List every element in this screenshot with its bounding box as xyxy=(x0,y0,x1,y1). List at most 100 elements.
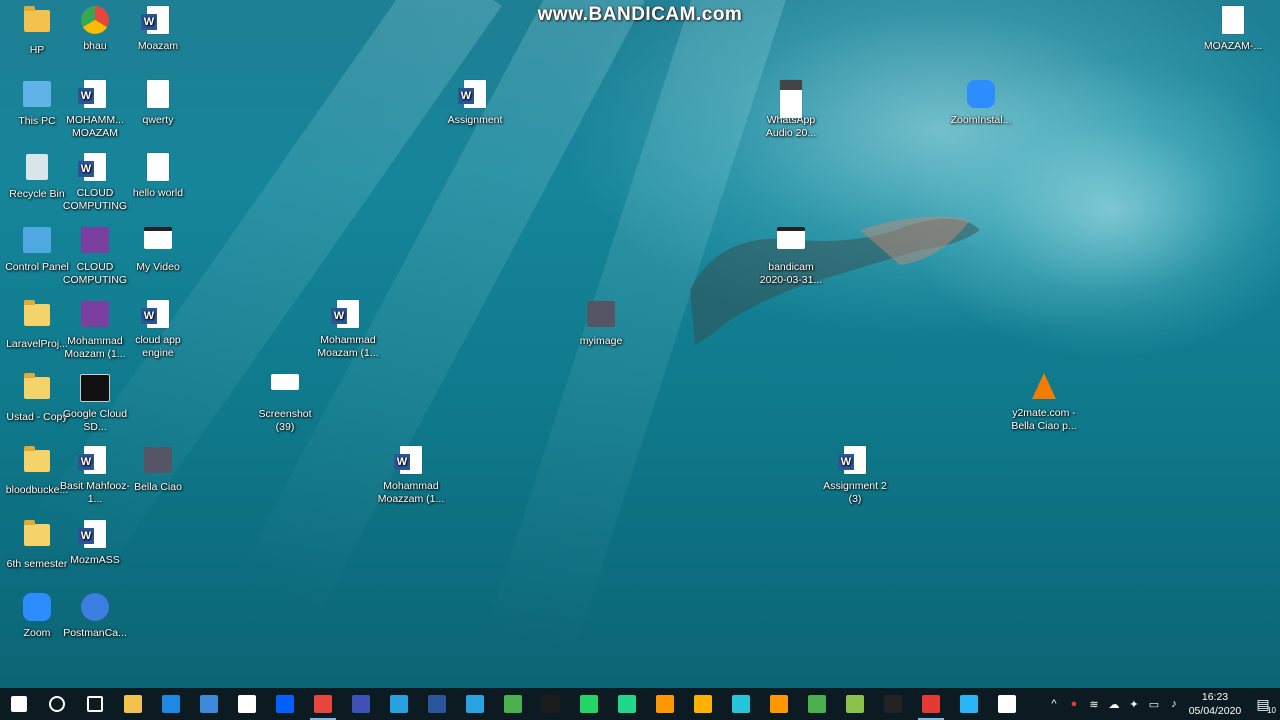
taskbar-whatsapp[interactable] xyxy=(570,688,608,720)
edge-icon xyxy=(162,695,180,713)
desktop-icon-label: HP xyxy=(29,44,45,56)
desktop-icon-label: Google Cloud SD... xyxy=(62,408,128,433)
taskbar-sublime[interactable] xyxy=(760,688,798,720)
taskbar-search-button[interactable] xyxy=(38,688,76,720)
taskbar-store[interactable] xyxy=(190,688,228,720)
desktop-icon-video[interactable]: My Video xyxy=(121,224,195,274)
vlc-icon xyxy=(1028,373,1060,405)
desktop-icon-word[interactable]: Assignment xyxy=(438,78,512,127)
doc-icon xyxy=(142,153,174,185)
word-icon xyxy=(141,300,174,332)
bandicam-icon xyxy=(922,695,940,713)
taskbar-star-app[interactable] xyxy=(646,688,684,720)
taskbar-start-button[interactable] xyxy=(0,688,38,720)
taskbar-sync-app[interactable] xyxy=(456,688,494,720)
taskbar-excel-app[interactable] xyxy=(494,688,532,720)
desktop-icon-zoom[interactable]: ZoomInstal... xyxy=(944,78,1018,127)
desktop-icon-video[interactable]: bandicam 2020-03-31... xyxy=(754,224,828,287)
desktop-icon-word[interactable]: Moazam xyxy=(121,4,195,53)
network-icon[interactable]: ≋ xyxy=(1084,698,1104,711)
zoom-icon xyxy=(21,593,53,625)
taskbar-android-studio[interactable] xyxy=(798,688,836,720)
clock-date: 05/04/2020 xyxy=(1188,705,1242,717)
desktop-icon-postman[interactable]: PostmanCa... xyxy=(58,591,132,640)
battery-icon[interactable]: ▭ xyxy=(1144,698,1164,711)
ie-icon xyxy=(390,695,408,713)
taskbar-edge[interactable] xyxy=(152,688,190,720)
notification-center-button[interactable]: ▤ 10 xyxy=(1246,696,1280,715)
start-button-icon xyxy=(11,696,27,712)
taskbar-amazon[interactable] xyxy=(228,688,266,720)
chevron-up-icon[interactable]: ^ xyxy=(1044,698,1064,710)
taskbar-file-explorer[interactable] xyxy=(114,688,152,720)
taskbar-cube-app[interactable] xyxy=(722,688,760,720)
pen-app-icon xyxy=(998,695,1016,713)
desktop-icon-photo[interactable]: myimage xyxy=(564,298,638,348)
doc-icon xyxy=(1217,6,1249,38)
record-icon[interactable]: ● xyxy=(1064,698,1084,710)
android-studio-icon xyxy=(808,695,826,713)
cube-app-icon xyxy=(732,695,750,713)
desktop-icon-label: PostmanCa... xyxy=(63,627,127,639)
cloud-icon[interactable]: ☁ xyxy=(1104,698,1124,711)
file-explorer-icon xyxy=(124,695,142,713)
word-icon xyxy=(78,520,111,552)
taskbar-pycharm[interactable] xyxy=(608,688,646,720)
word-icon xyxy=(458,80,491,112)
photo-app-icon xyxy=(694,695,712,713)
doc-icon xyxy=(142,80,174,112)
volume-icon[interactable]: ♪ xyxy=(1164,698,1184,710)
taskbar-dropbox[interactable] xyxy=(266,688,304,720)
desktop-icon-word[interactable]: Assignment 2 (3) xyxy=(818,444,892,506)
store-icon xyxy=(200,695,218,713)
taskbar-chrome[interactable] xyxy=(304,688,342,720)
taskbar-ie[interactable] xyxy=(380,688,418,720)
taskbar-pen-app[interactable] xyxy=(988,688,1026,720)
pc-icon xyxy=(21,81,53,113)
taskbar-task-view-button[interactable] xyxy=(76,688,114,720)
taskbar-bandicam[interactable] xyxy=(912,688,950,720)
dropbox-tray-icon[interactable]: ✦ xyxy=(1124,698,1144,711)
desktop-icon-label: CLOUD COMPUTING xyxy=(62,187,128,212)
amazon-icon xyxy=(238,695,256,713)
desktop-icon-word[interactable]: Mohammad Moazzam (1... xyxy=(374,444,448,506)
sync-app-icon xyxy=(466,695,484,713)
clock[interactable]: 16:23 05/04/2020 xyxy=(1184,690,1246,718)
taskbar-cmd[interactable] xyxy=(532,688,570,720)
desktop-icon-media[interactable]: WhatsApp Audio 20... xyxy=(754,78,828,140)
photo-icon xyxy=(142,447,174,479)
desktop-icon-photo[interactable]: Bella Ciao xyxy=(121,444,195,494)
media-icon xyxy=(775,80,807,118)
video-icon xyxy=(775,227,807,259)
zoom-icon xyxy=(965,80,997,112)
desktop-icon-label: bhau xyxy=(83,40,107,52)
desktop-icon-vlc[interactable]: y2mate.com - Bella Ciao p... xyxy=(1007,371,1081,433)
desktop-icon-word[interactable]: Mohammad Moazam (1... xyxy=(311,298,385,360)
taskbar-android-sdk[interactable] xyxy=(836,688,874,720)
desktop-icon-word[interactable]: MozmASS xyxy=(58,518,132,567)
taskbar-terminal[interactable] xyxy=(874,688,912,720)
desktop-icon-doc[interactable]: MOAZAM-... xyxy=(1196,4,1270,53)
taskbar-dev-cpp[interactable] xyxy=(342,688,380,720)
chrome-icon xyxy=(314,695,332,713)
word-icon xyxy=(78,153,111,185)
taskbar-photo-app[interactable] xyxy=(684,688,722,720)
desktop-icon-word[interactable]: cloud app engine xyxy=(121,298,195,360)
system-tray: ^ ● ≋ ☁ ✦ ▭ ♪ 16:23 05/04/2020 ▤ 10 xyxy=(1044,688,1280,720)
taskbar-word[interactable] xyxy=(418,688,456,720)
desktop-icon-doc[interactable]: qwerty xyxy=(121,78,195,127)
desktop-icon-terminal[interactable]: Google Cloud SD... xyxy=(58,371,132,434)
desktop-icon-label: MOAZAM-... xyxy=(1203,40,1263,52)
video-icon xyxy=(142,227,174,259)
sublime-icon xyxy=(770,695,788,713)
word-icon xyxy=(331,300,364,332)
desktop-icon-screenshot[interactable]: Screenshot (39) xyxy=(248,371,322,434)
desktop-icon-label: Mohammad Moazzam (1... xyxy=(377,480,445,505)
rar-icon xyxy=(79,227,111,259)
taskbar-help[interactable] xyxy=(950,688,988,720)
desktop-icon-doc[interactable]: hello world xyxy=(121,151,195,200)
notification-count: 10 xyxy=(1267,705,1276,715)
desktop[interactable]: www.BANDICAM.com HP bhau Moazam This PC MOHA… xyxy=(0,0,1280,688)
zipfolder-icon xyxy=(21,300,53,336)
task-view-button-icon xyxy=(87,696,103,712)
